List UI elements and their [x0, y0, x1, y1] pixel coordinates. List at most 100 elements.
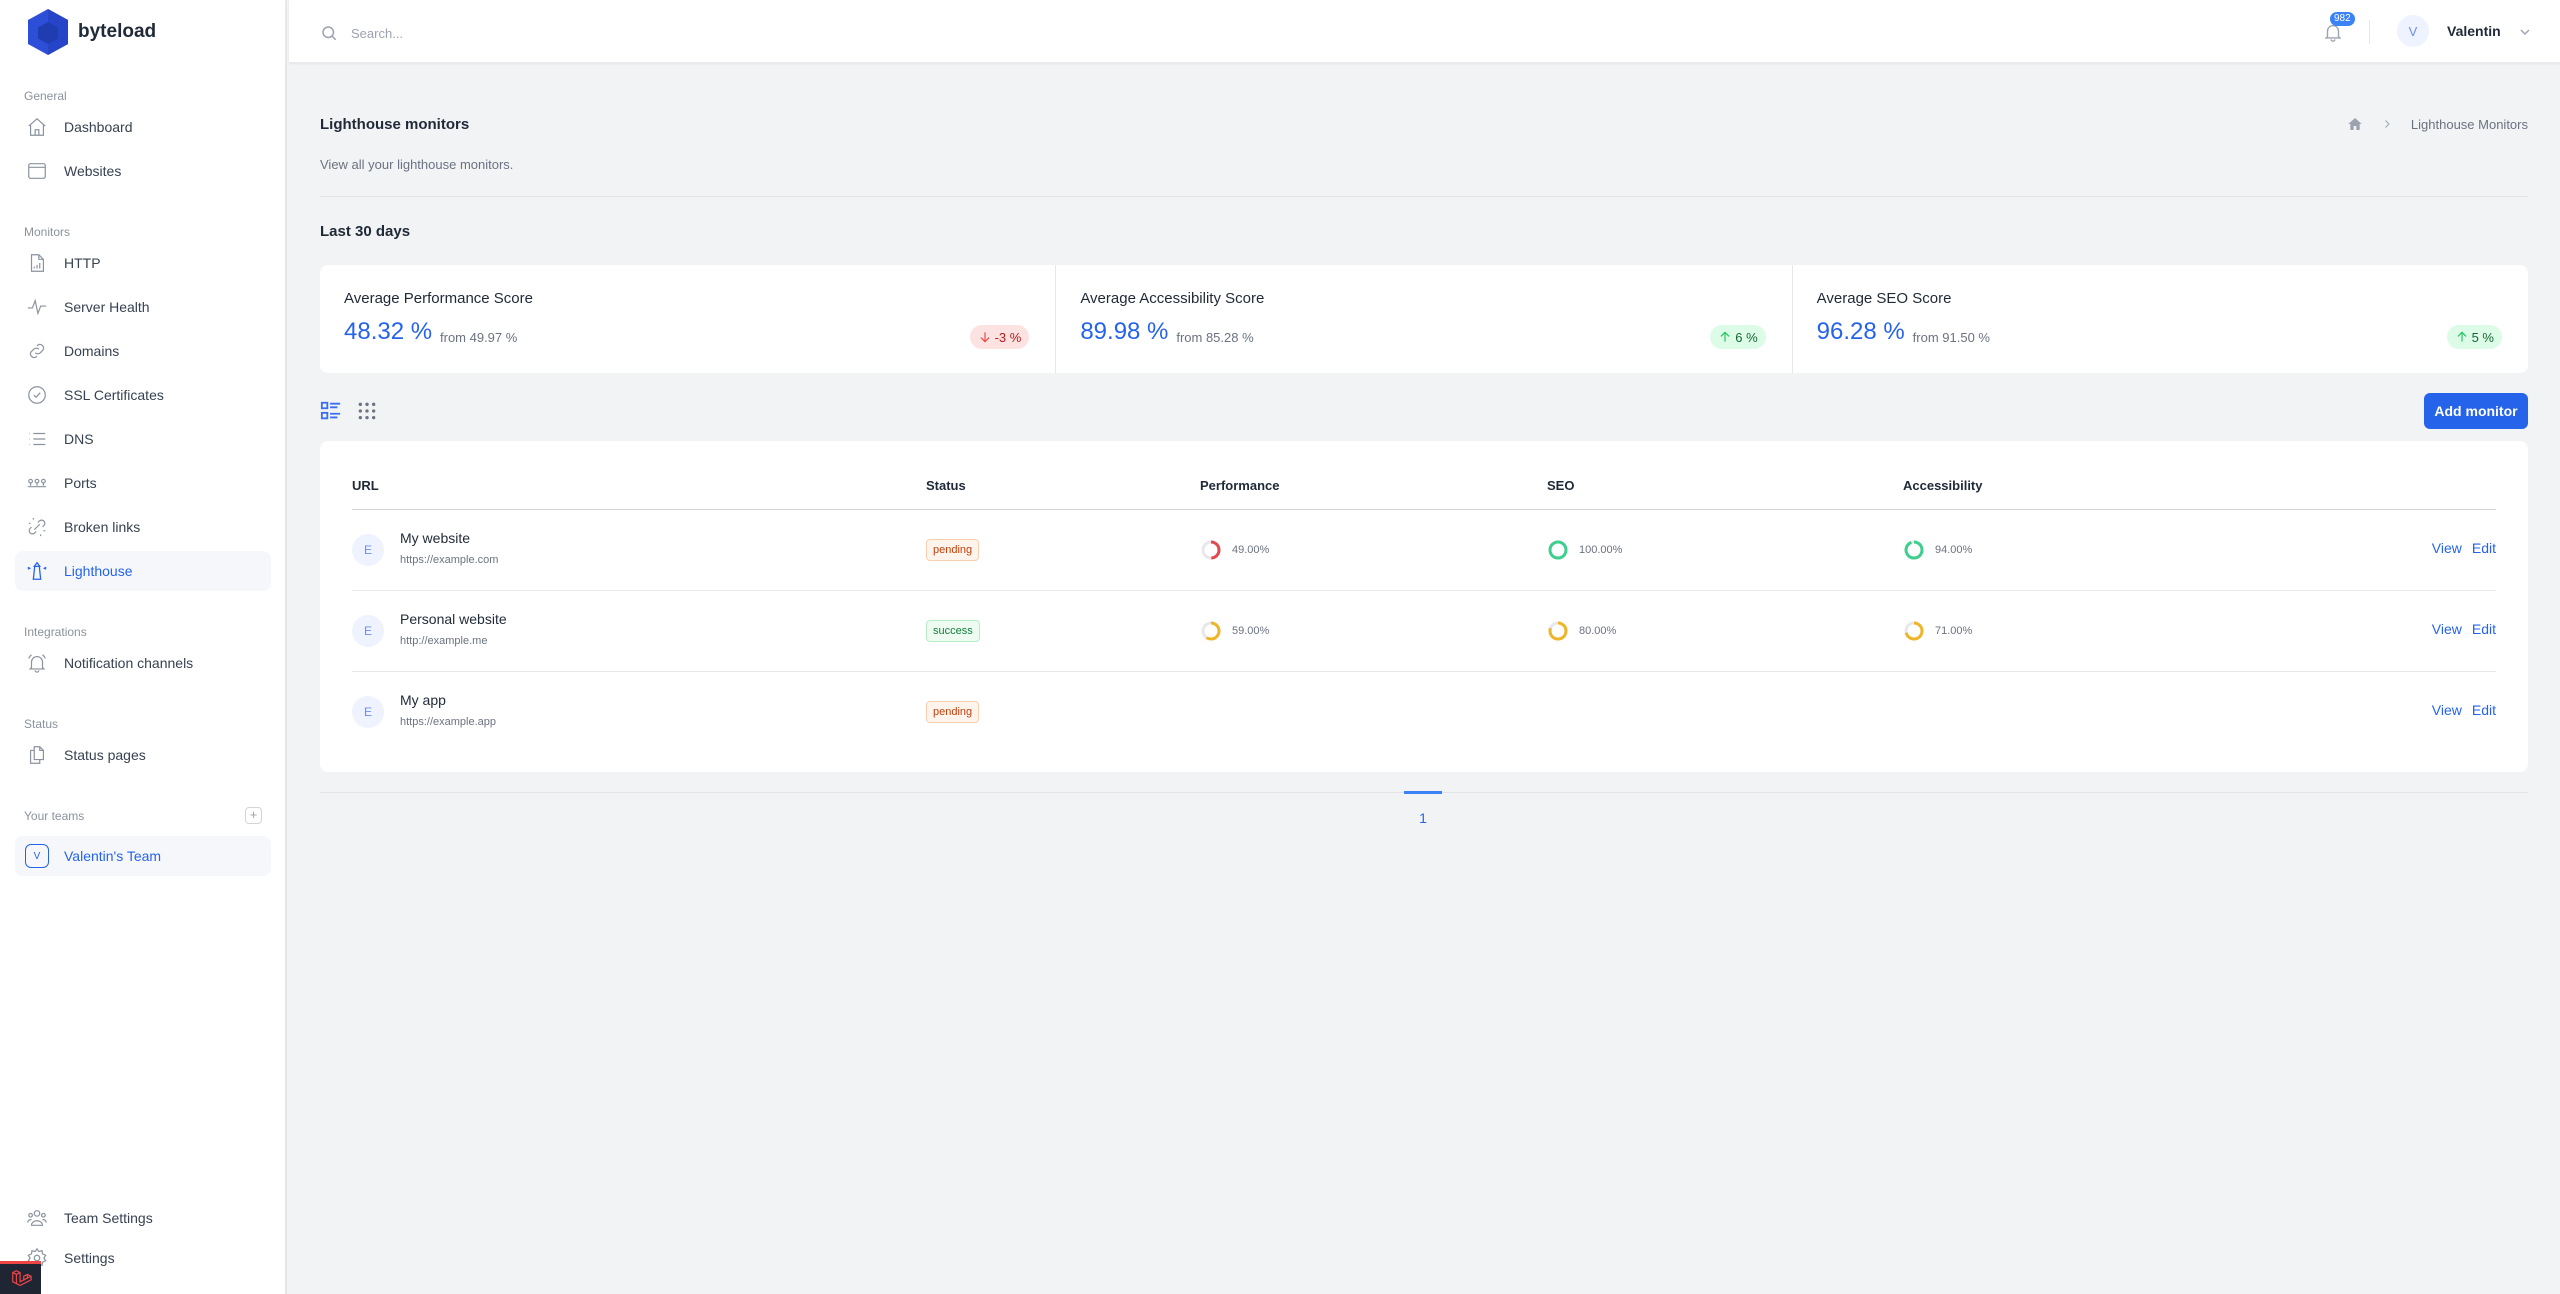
- add-monitor-button[interactable]: Add monitor: [2424, 393, 2528, 429]
- search-input[interactable]: [351, 22, 951, 44]
- nav-section-general: General: [24, 89, 67, 103]
- sidebar-item-domains[interactable]: Domains: [15, 331, 271, 371]
- top-bar: 982 V Valentin: [289, 0, 2560, 63]
- list-icon: [25, 427, 49, 451]
- grid-view-icon[interactable]: [357, 401, 377, 421]
- user-name[interactable]: Valentin: [2447, 23, 2501, 39]
- performance-ring-icon: [1201, 540, 1221, 560]
- pagination-page-1[interactable]: 1: [1404, 810, 1442, 826]
- link-icon: [25, 339, 49, 363]
- arrow-up-icon: [2457, 331, 2467, 342]
- sidebar-item-label: Lighthouse: [64, 563, 133, 579]
- stat-change: -3 %: [994, 329, 1022, 345]
- stat-previous: from 85.28 %: [1176, 330, 1254, 345]
- stat-change-badge: -3 %: [969, 325, 1030, 349]
- monitors-table: URL Status Performance SEO Accessibility…: [320, 441, 2528, 772]
- search-icon: [322, 26, 337, 41]
- view-link[interactable]: View: [2432, 540, 2462, 556]
- stat-previous: from 49.97 %: [440, 330, 518, 345]
- sidebar-item-ssl-certificates[interactable]: SSL Certificates: [15, 375, 271, 415]
- sidebar-item-dns[interactable]: DNS: [15, 419, 271, 459]
- ring-fill: [1904, 540, 1924, 560]
- table-row: E Personal website http://example.me succes…: [352, 591, 2496, 672]
- sidebar-item-settings[interactable]: Settings: [15, 1238, 271, 1278]
- stat-label: Average SEO Score: [1816, 290, 1952, 307]
- bell-ringing-icon: [25, 651, 49, 675]
- sidebar-item-team-settings[interactable]: Team Settings: [15, 1198, 271, 1238]
- sidebar-item-label: HTTP: [64, 255, 101, 271]
- column-header-seo: SEO: [1547, 478, 1575, 493]
- seo-score: 80.00%: [1547, 620, 1616, 642]
- notifications-count-badge: 982: [2330, 12, 2355, 26]
- period-title: Last 30 days: [320, 223, 411, 240]
- nav-section-monitors: Monitors: [24, 225, 71, 239]
- edit-link[interactable]: Edit: [2472, 702, 2496, 718]
- stat-seo: Average SEO Score 96.28 % from 91.50 % 5…: [1791, 265, 2528, 373]
- monitor-name[interactable]: My website: [400, 530, 470, 546]
- sidebar-item-websites[interactable]: Websites: [15, 151, 271, 191]
- sidebar-item-label: Server Health: [64, 299, 150, 315]
- chevron-down-icon[interactable]: [2517, 24, 2533, 40]
- sidebar-item-team[interactable]: V Valentin's Team: [15, 836, 271, 876]
- stat-label: Average Accessibility Score: [1080, 290, 1265, 307]
- monitor-url: http://example.me: [400, 635, 488, 647]
- site-avatar: E: [352, 534, 384, 566]
- breadcrumb-current: Lighthouse Monitors: [2410, 116, 2528, 132]
- stat-accessibility: Average Accessibility Score 89.98 % from…: [1055, 265, 1791, 373]
- users-icon: [25, 1206, 49, 1230]
- performance-ring-icon: [1201, 621, 1221, 641]
- accessibility-ring-icon: [1904, 621, 1924, 641]
- monitor-name[interactable]: My app: [400, 692, 446, 708]
- monitor-name[interactable]: Personal website: [400, 611, 507, 627]
- list-view-icon[interactable]: [320, 400, 342, 422]
- brand[interactable]: byteload: [26, 8, 156, 56]
- breadcrumb: Lighthouse Monitors: [2347, 116, 2528, 132]
- user-avatar[interactable]: V: [2397, 15, 2429, 47]
- sidebar-item-http[interactable]: HTTP: [15, 243, 271, 283]
- debugbar-toggle[interactable]: [0, 1261, 41, 1294]
- accessibility-score-label: 71.00%: [1935, 625, 1973, 637]
- view-link[interactable]: View: [2432, 702, 2462, 718]
- badge-check-icon: [25, 383, 49, 407]
- sidebar-item-lighthouse[interactable]: Lighthouse: [15, 551, 271, 591]
- sidebar-item-notification-channels[interactable]: Notification channels: [15, 643, 271, 683]
- view-link[interactable]: View: [2432, 621, 2462, 637]
- sidebar-item-server-health[interactable]: Server Health: [15, 287, 271, 327]
- status-badge: pending: [926, 539, 980, 561]
- pulse-icon: [25, 295, 49, 319]
- sidebar-item-label: Notification channels: [64, 655, 194, 671]
- sidebar-item-ports[interactable]: Ports: [15, 463, 271, 503]
- performance-score: 49.00%: [1200, 539, 1269, 561]
- edit-link[interactable]: Edit: [2472, 540, 2496, 556]
- sidebar-item-label: Domains: [64, 343, 120, 359]
- home-icon[interactable]: [2347, 116, 2363, 132]
- accessibility-score: 94.00%: [1903, 539, 1972, 561]
- header-divider: [2369, 20, 2370, 44]
- edit-link[interactable]: Edit: [2472, 621, 2496, 637]
- add-team-button[interactable]: +: [245, 807, 262, 824]
- sidebar-item-broken-links[interactable]: Broken links: [15, 507, 271, 547]
- stat-value: 96.28 %: [1816, 318, 1905, 345]
- seo-ring-icon: [1548, 621, 1568, 641]
- header-divider: [320, 196, 2528, 197]
- sidebar-item-dashboard[interactable]: Dashboard: [15, 107, 271, 147]
- pagination-active-indicator: [1404, 791, 1442, 794]
- sidebar-item-label: Websites: [64, 163, 122, 179]
- column-header-url: URL: [352, 478, 379, 493]
- team-initial-badge: V: [25, 844, 49, 868]
- stat-change: 5 %: [2471, 329, 2494, 345]
- performance-score: 59.00%: [1200, 620, 1269, 642]
- stat-label: Average Performance Score: [344, 290, 533, 307]
- status-badge: success: [926, 620, 980, 642]
- stat-value: 89.98 %: [1080, 318, 1169, 345]
- accessibility-score: 71.00%: [1903, 620, 1972, 642]
- sidebar-item-status-pages[interactable]: Status pages: [15, 735, 271, 775]
- monitor-url: https://example.com: [400, 554, 499, 566]
- broken-link-icon: [25, 515, 49, 539]
- stat-change-badge: 6 %: [1710, 325, 1766, 349]
- ports-icon: [25, 471, 49, 495]
- sidebar-item-label: Team Settings: [64, 1210, 153, 1226]
- home-icon: [25, 115, 49, 139]
- site-avatar: E: [352, 615, 384, 647]
- page-title: Lighthouse monitors: [320, 116, 470, 133]
